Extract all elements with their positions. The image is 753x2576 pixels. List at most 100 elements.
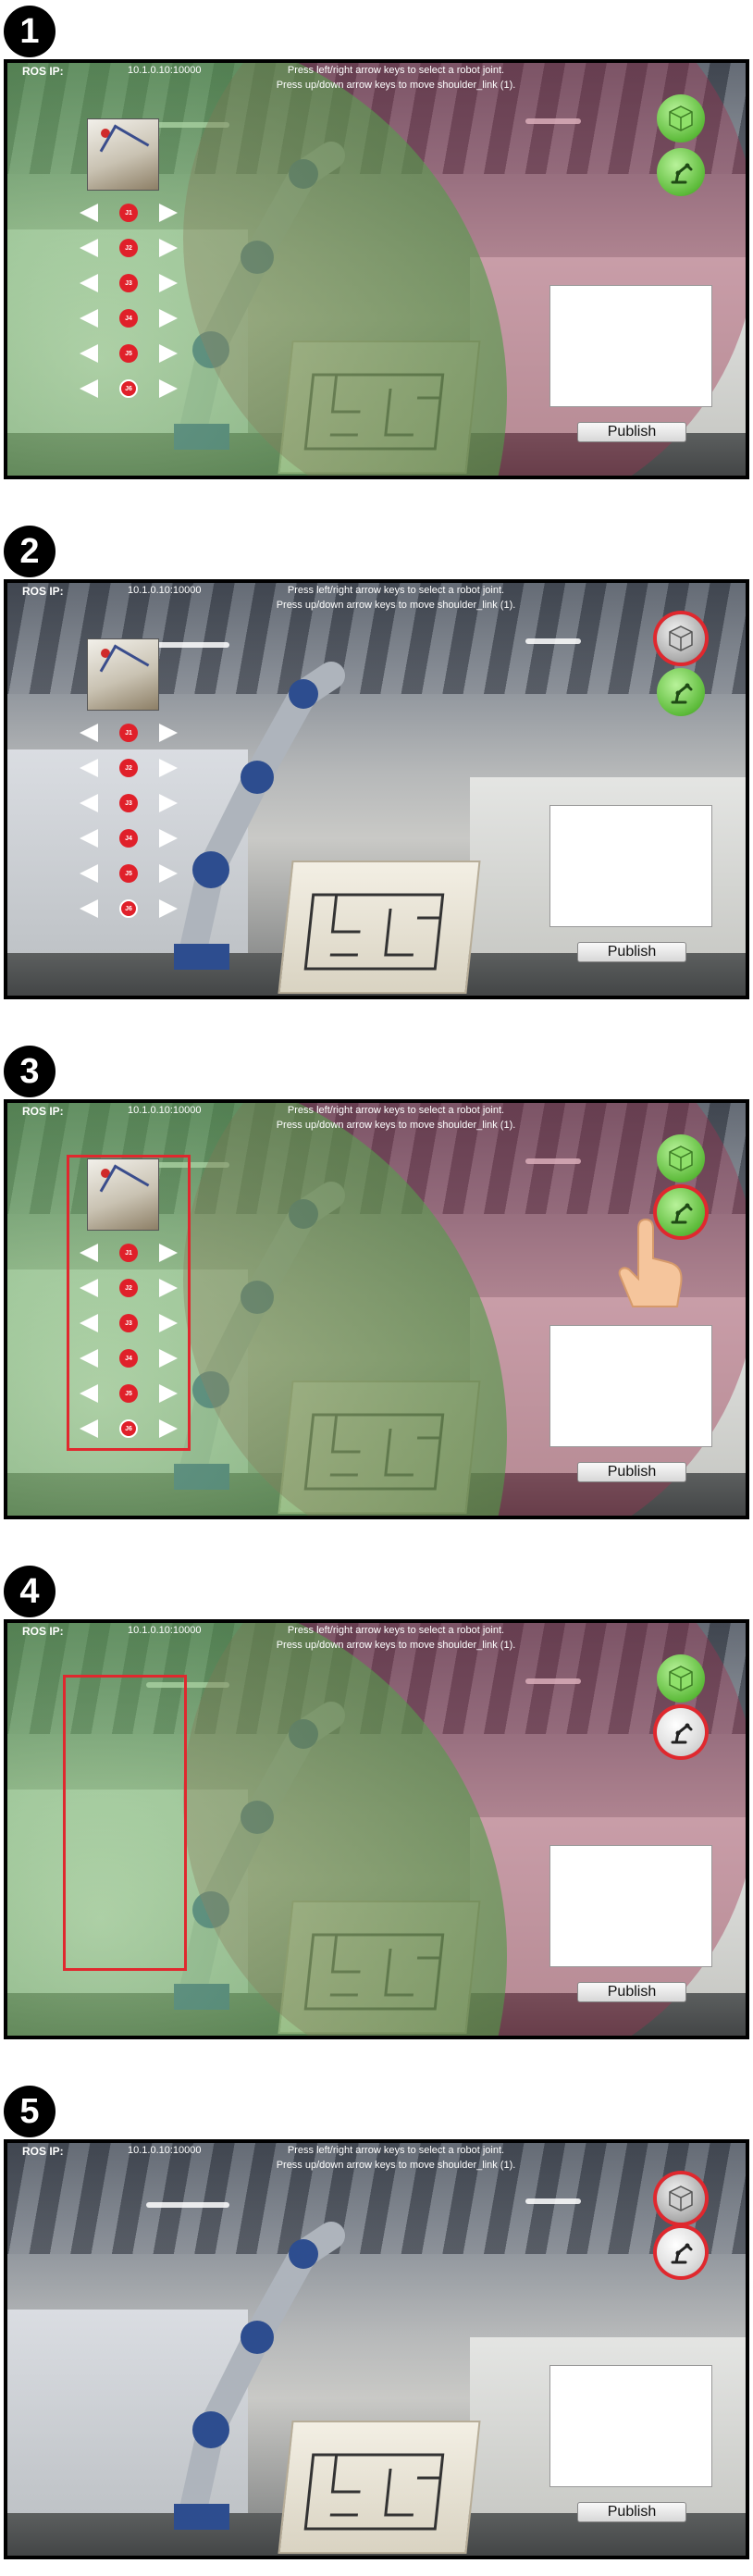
arrow-right-icon[interactable] bbox=[159, 724, 178, 742]
joint-row: J2 bbox=[74, 757, 183, 779]
arrow-left-icon[interactable] bbox=[80, 379, 98, 398]
publish-button[interactable]: Publish bbox=[577, 1462, 686, 1482]
toggle-sphere-button[interactable] bbox=[657, 94, 705, 142]
joint-row: J1 bbox=[74, 722, 183, 744]
instruction-line-1: Press left/right arrow keys to select a … bbox=[287, 585, 505, 596]
step-3-screen: ROS IP: 10.1.0.10:10000 Press left/right… bbox=[4, 1099, 749, 1519]
joint-button[interactable]: J4 bbox=[119, 309, 138, 328]
toggle-controls-button[interactable] bbox=[657, 148, 705, 196]
ros-ip-value: 10.1.0.10:10000 bbox=[128, 585, 202, 596]
publish-button[interactable]: Publish bbox=[577, 2502, 686, 2522]
toggle-sphere-button[interactable] bbox=[657, 1654, 705, 1703]
step-5-screen: ROS IP: 10.1.0.10:10000 Press left/right… bbox=[4, 2139, 749, 2559]
cube-icon bbox=[669, 1666, 693, 1691]
arrow-right-icon[interactable] bbox=[159, 829, 178, 848]
arrow-right-icon[interactable] bbox=[159, 309, 178, 328]
hidden-panel-highlight bbox=[63, 1675, 187, 1971]
arrow-left-icon[interactable] bbox=[80, 829, 98, 848]
hand-pointer-icon bbox=[618, 1218, 683, 1307]
joint-button[interactable]: J4 bbox=[119, 829, 138, 848]
image-preview-box bbox=[549, 2365, 712, 2487]
ros-ip-value: 10.1.0.10:10000 bbox=[128, 1625, 202, 1636]
arrow-left-icon[interactable] bbox=[80, 274, 98, 292]
arrow-right-icon[interactable] bbox=[159, 239, 178, 257]
image-preview-box bbox=[549, 805, 712, 927]
ros-ip-label: ROS IP: bbox=[22, 585, 64, 598]
ros-ip-label: ROS IP: bbox=[22, 1625, 64, 1638]
arrow-left-icon[interactable] bbox=[80, 864, 98, 883]
arrow-right-icon[interactable] bbox=[159, 794, 178, 812]
toggle-sphere-button[interactable] bbox=[657, 614, 705, 663]
arrow-right-icon[interactable] bbox=[159, 274, 178, 292]
joint-button[interactable]: J1 bbox=[119, 724, 138, 742]
cube-icon bbox=[669, 625, 693, 651]
step-4-badge: 4 bbox=[4, 1566, 56, 1617]
robot-arm-icon bbox=[671, 163, 693, 184]
arrow-right-icon[interactable] bbox=[159, 759, 178, 777]
robot-thumbnail bbox=[87, 118, 159, 191]
step-2-screen: ROS IP: 10.1.0.10:10000 Press left/right… bbox=[4, 579, 749, 999]
joint-button[interactable]: J5 bbox=[119, 864, 138, 883]
instruction-line-2: Press up/down arrow keys to move shoulde… bbox=[276, 600, 516, 611]
arrow-left-icon[interactable] bbox=[80, 724, 98, 742]
ros-ip-value: 10.1.0.10:10000 bbox=[128, 2145, 202, 2156]
step-3-badge: 3 bbox=[4, 1046, 56, 1097]
joint-control-panel: J1 J2 J3 J4 J5 J6 bbox=[74, 202, 183, 411]
arrow-right-icon[interactable] bbox=[159, 344, 178, 363]
toggle-sphere-button[interactable] bbox=[657, 2174, 705, 2223]
ros-ip-value: 10.1.0.10:10000 bbox=[128, 65, 202, 76]
cube-icon bbox=[669, 105, 693, 131]
publish-button[interactable]: Publish bbox=[577, 942, 686, 962]
arrow-left-icon[interactable] bbox=[80, 794, 98, 812]
image-preview-box bbox=[549, 1845, 712, 1967]
joint-button[interactable]: J2 bbox=[119, 759, 138, 777]
image-preview-box bbox=[549, 285, 712, 407]
joint-button[interactable]: J2 bbox=[119, 239, 138, 257]
arrow-left-icon[interactable] bbox=[80, 309, 98, 328]
joint-panel-highlight bbox=[67, 1155, 191, 1451]
cube-icon bbox=[669, 1146, 693, 1171]
joint-control-panel: J1 J2 J3 J4 J5 J6 bbox=[74, 722, 183, 931]
arrow-right-icon[interactable] bbox=[159, 899, 178, 918]
cube-icon bbox=[669, 2186, 693, 2211]
joint-row: J4 bbox=[74, 827, 183, 849]
joint-button[interactable]: J6 bbox=[119, 379, 138, 398]
robot-arm-icon bbox=[671, 683, 693, 704]
ros-ip-label: ROS IP: bbox=[22, 65, 64, 78]
joint-button[interactable]: J3 bbox=[119, 274, 138, 292]
arrow-left-icon[interactable] bbox=[80, 204, 98, 222]
instruction-line-2: Press up/down arrow keys to move shoulde… bbox=[276, 2160, 516, 2171]
joint-row: J4 bbox=[74, 307, 183, 329]
instruction-line-2: Press up/down arrow keys to move shoulde… bbox=[276, 80, 516, 91]
joint-row: J3 bbox=[74, 792, 183, 814]
arrow-right-icon[interactable] bbox=[159, 204, 178, 222]
joint-button[interactable]: J1 bbox=[119, 204, 138, 222]
toggle-controls-button[interactable] bbox=[657, 1708, 705, 1756]
instruction-line-1: Press left/right arrow keys to select a … bbox=[287, 2145, 505, 2156]
ceiling-light bbox=[525, 638, 581, 644]
arrow-left-icon[interactable] bbox=[80, 899, 98, 918]
arrow-right-icon[interactable] bbox=[159, 379, 178, 398]
instruction-line-2: Press up/down arrow keys to move shoulde… bbox=[276, 1640, 516, 1651]
instruction-line-1: Press left/right arrow keys to select a … bbox=[287, 1105, 505, 1116]
toggle-controls-button[interactable] bbox=[657, 668, 705, 716]
instruction-line-1: Press left/right arrow keys to select a … bbox=[287, 65, 505, 76]
arrow-left-icon[interactable] bbox=[80, 344, 98, 363]
robot-arm bbox=[174, 2222, 345, 2530]
joint-button[interactable]: J3 bbox=[119, 794, 138, 812]
ceiling-light bbox=[525, 2198, 581, 2204]
joint-row: J6 bbox=[74, 378, 183, 400]
publish-button[interactable]: Publish bbox=[577, 1982, 686, 2002]
image-preview-box bbox=[549, 1325, 712, 1447]
robot-arm-icon bbox=[671, 1723, 693, 1744]
arrow-left-icon[interactable] bbox=[80, 239, 98, 257]
toggle-controls-button[interactable] bbox=[657, 2228, 705, 2276]
joint-button[interactable]: J6 bbox=[119, 899, 138, 918]
joint-button[interactable]: J5 bbox=[119, 344, 138, 363]
joint-row: J6 bbox=[74, 898, 183, 920]
toggle-sphere-button[interactable] bbox=[657, 1134, 705, 1183]
arrow-left-icon[interactable] bbox=[80, 759, 98, 777]
arrow-right-icon[interactable] bbox=[159, 864, 178, 883]
step-2-badge: 2 bbox=[4, 526, 56, 577]
publish-button[interactable]: Publish bbox=[577, 422, 686, 442]
